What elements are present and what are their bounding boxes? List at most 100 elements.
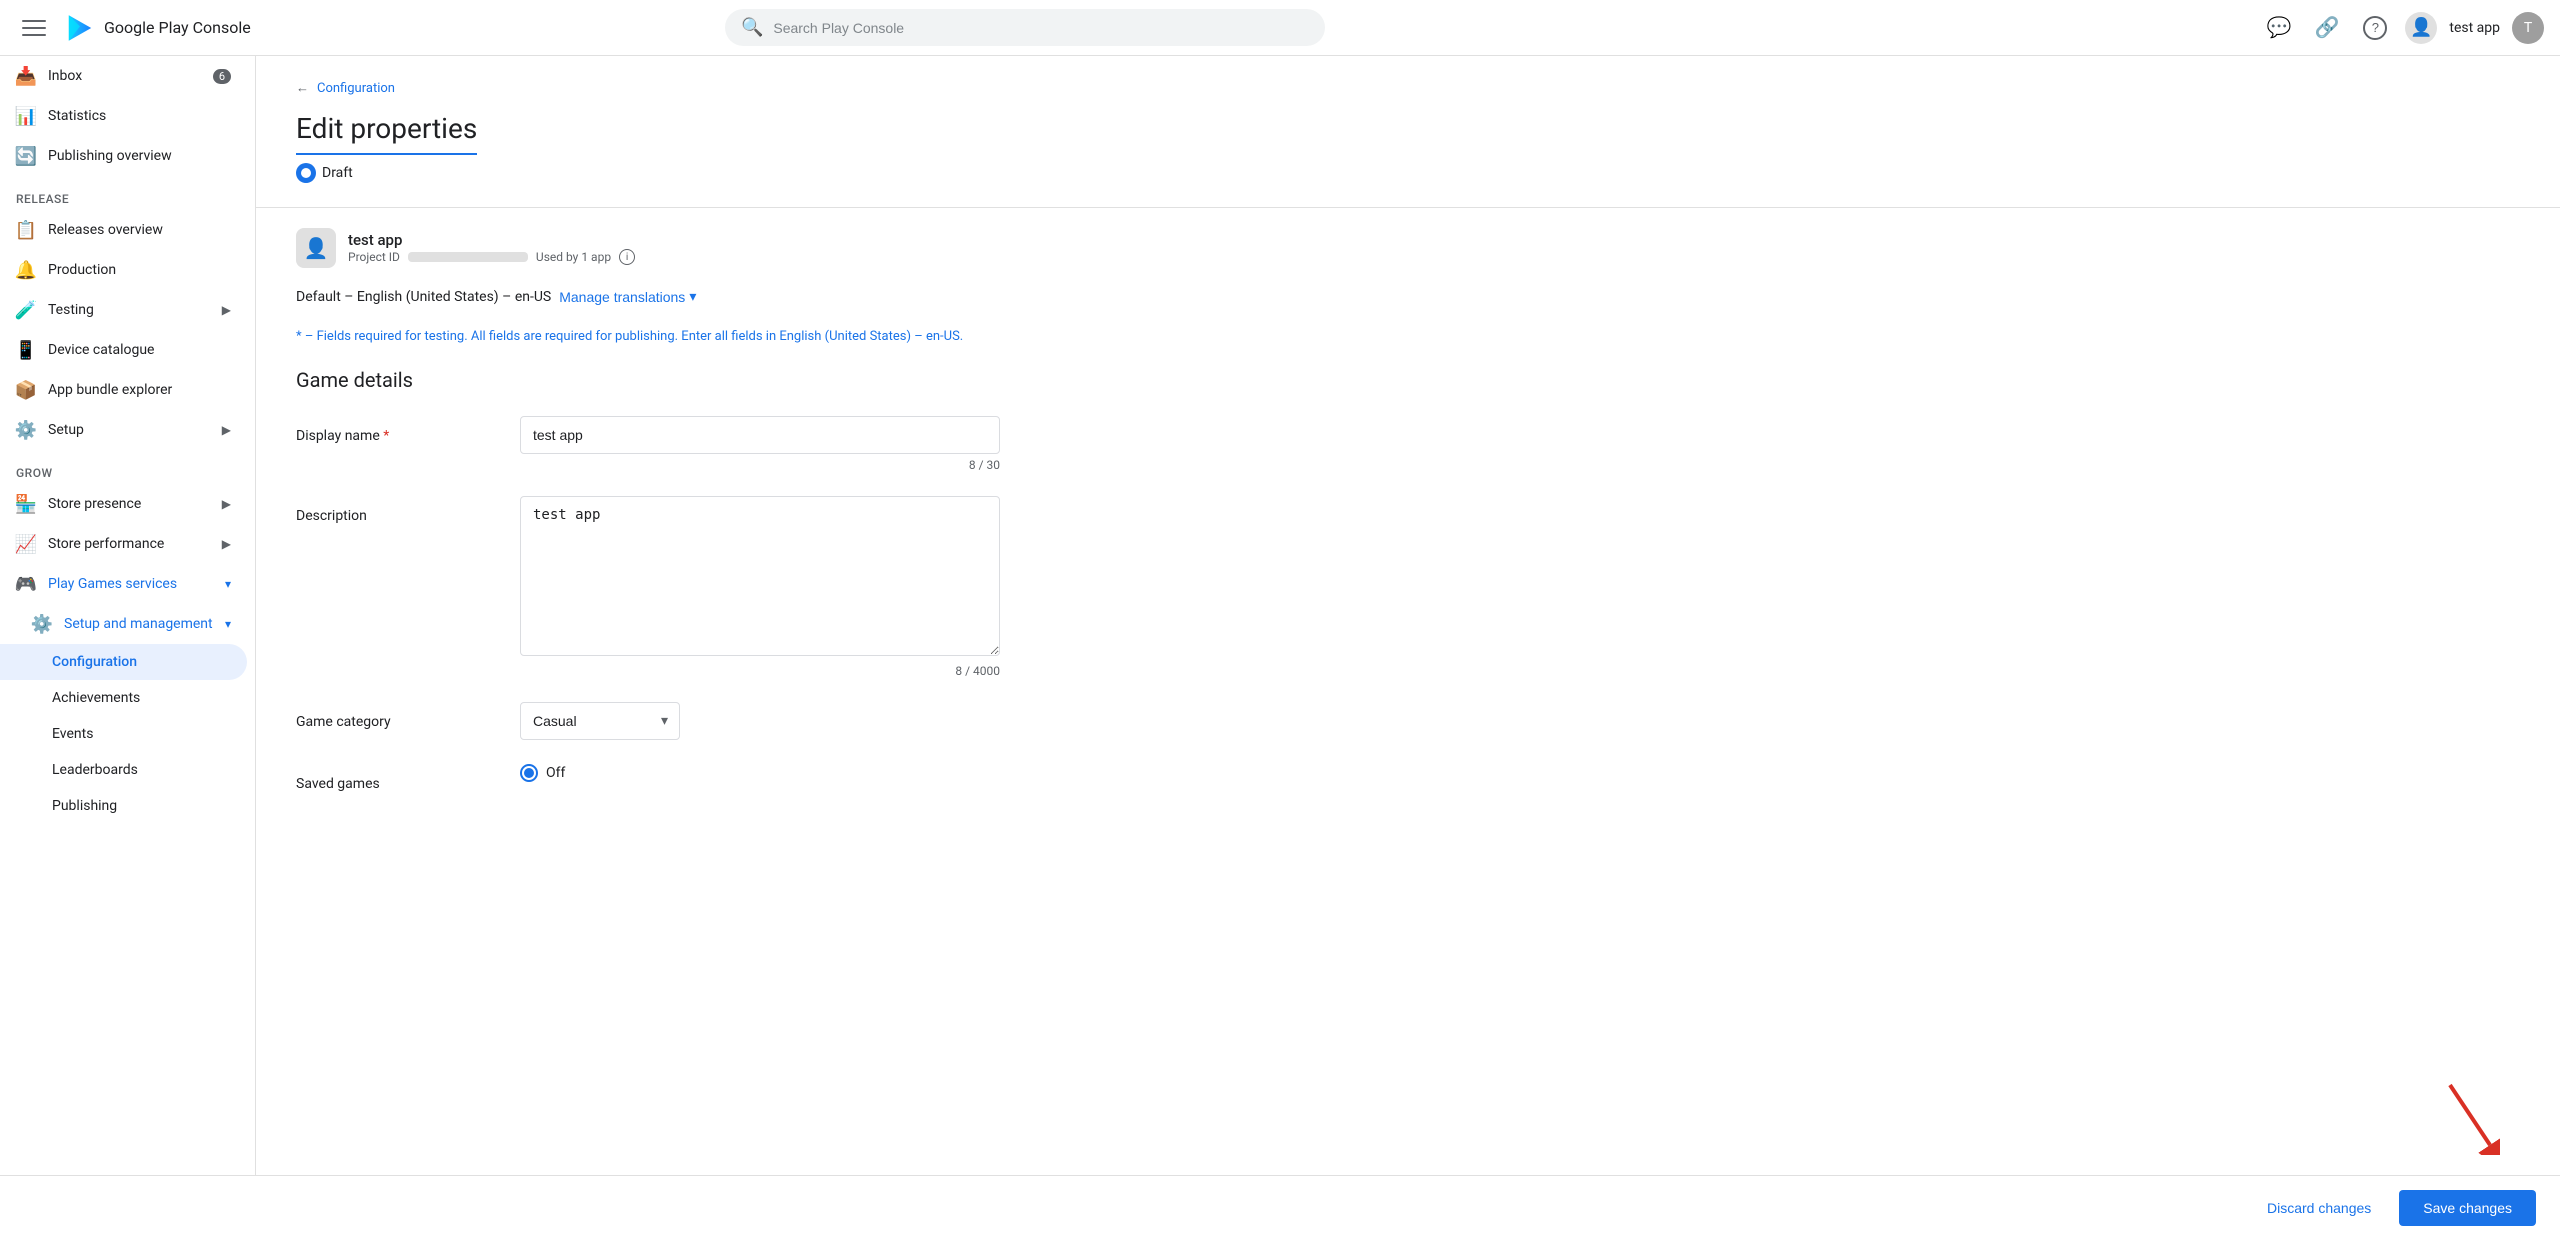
sidebar-item-releases-label: Releases overview (48, 222, 163, 238)
sidebar-item-publishing-overview[interactable]: 🔄 Publishing overview (0, 136, 247, 176)
sidebar-item-events[interactable]: Events (0, 716, 247, 752)
hamburger-icon (22, 16, 46, 40)
comment-button[interactable]: 💬 (2261, 10, 2297, 46)
grow-section-label: Grow (0, 450, 255, 484)
display-name-control: 8 / 30 (520, 416, 1000, 472)
sidebar-item-inbox[interactable]: 📥 Inbox 6 (0, 56, 247, 96)
user-name[interactable]: test app (2449, 20, 2500, 36)
required-note: * – Fields required for testing. All fie… (296, 329, 2520, 344)
lang-row: Default – English (United States) – en-U… (296, 288, 2520, 305)
sidebar-item-setup[interactable]: ⚙️ Setup ▶ (0, 410, 247, 450)
description-char-count: 8 / 4000 (520, 664, 1000, 678)
publishing-icon: 🔄 (16, 146, 36, 166)
draft-badge: Draft (296, 163, 2520, 183)
play-games-chevron-icon: ▾ (225, 577, 231, 591)
description-label: Description (296, 496, 496, 524)
sidebar-item-play-games[interactable]: 🎮 Play Games services ▾ (0, 564, 247, 604)
saved-games-radio: Off (520, 764, 1000, 782)
sidebar-item-setup-label: Setup (48, 422, 84, 438)
store-icon: 🏪 (16, 494, 36, 514)
sidebar-item-play-games-label: Play Games services (48, 576, 177, 592)
save-changes-button[interactable]: Save changes (2399, 1190, 2536, 1226)
topbar-right: 💬 🔗 ? 👤 test app T (2261, 10, 2544, 46)
topbar: Google Play Console 🔍 💬 🔗 ? 👤 test app T (0, 0, 2560, 56)
description-textarea[interactable]: test app (520, 496, 1000, 656)
app-project: Project ID Used by 1 app i (348, 249, 635, 265)
sidebar-item-testing[interactable]: 🧪 Testing ▶ (0, 290, 247, 330)
sidebar-item-setup-management[interactable]: ⚙️ Setup and management ▾ (0, 604, 247, 644)
search-icon: 🔍 (741, 17, 763, 38)
bottom-bar: Discard changes Save changes (0, 1175, 2560, 1239)
sidebar-item-leaderboards-label: Leaderboards (52, 762, 138, 778)
store-chevron-icon: ▶ (222, 497, 231, 511)
sidebar-item-store-performance[interactable]: 📈 Store performance ▶ (0, 524, 247, 564)
game-category-select[interactable]: Casual Action Adventure Puzzle RPG Sport… (520, 702, 680, 740)
sidebar-item-configuration[interactable]: Configuration (0, 644, 247, 680)
page-title: Edit properties (296, 112, 477, 155)
avatar: 👤 (2405, 12, 2437, 44)
production-icon: 🔔 (16, 260, 36, 280)
discard-changes-button[interactable]: Discard changes (2251, 1192, 2387, 1224)
sidebar-item-events-label: Events (52, 726, 93, 742)
play-games-icon: 🎮 (16, 574, 36, 594)
statistics-icon: 📊 (16, 106, 36, 126)
testing-chevron-icon: ▶ (222, 303, 231, 317)
help-button[interactable]: ? (2357, 10, 2393, 46)
testing-icon: 🧪 (16, 300, 36, 320)
search-input[interactable] (773, 20, 1309, 36)
sidebar-item-releases-overview[interactable]: 📋 Releases overview (0, 210, 247, 250)
display-name-input[interactable] (520, 416, 1000, 454)
sidebar-item-testing-label: Testing (48, 302, 94, 318)
device-icon: 📱 (16, 340, 36, 360)
sidebar-item-production-label: Production (48, 262, 116, 278)
app-icon: 👤 (296, 228, 336, 268)
manage-translations-button[interactable]: Manage translations ▾ (559, 288, 696, 305)
logo-link[interactable]: Google Play Console (64, 12, 251, 44)
mgmt-icon: ⚙️ (32, 614, 52, 634)
inbox-badge: 6 (213, 69, 231, 84)
info-icon[interactable]: i (619, 249, 635, 265)
project-label: Project ID (348, 250, 400, 264)
link-button[interactable]: 🔗 (2309, 10, 2345, 46)
sidebar-item-statistics[interactable]: 📊 Statistics (0, 96, 247, 136)
avatar-icon: 👤 (2410, 17, 2432, 38)
used-by-label: Used by 1 app (536, 250, 611, 264)
display-name-char-count: 8 / 30 (520, 458, 1000, 472)
sidebar: 📥 Inbox 6 📊 Statistics 🔄 Publishing over… (0, 56, 256, 1175)
sidebar-item-device-catalogue[interactable]: 📱 Device catalogue (0, 330, 247, 370)
saved-games-radio-button[interactable] (520, 764, 538, 782)
sidebar-item-bundle-label: App bundle explorer (48, 382, 172, 398)
sidebar-item-inbox-label: Inbox (48, 68, 82, 84)
sidebar-item-achievements[interactable]: Achievements (0, 680, 247, 716)
google-play-logo-icon (64, 12, 96, 44)
breadcrumb[interactable]: ← Configuration (296, 80, 2520, 96)
sidebar-item-statistics-label: Statistics (48, 108, 106, 124)
sidebar-item-leaderboards[interactable]: Leaderboards (0, 752, 247, 788)
bundle-icon: 📦 (16, 380, 36, 400)
divider-top (256, 207, 2560, 208)
setup-chevron-icon: ▶ (222, 423, 231, 437)
comment-icon: 💬 (2267, 15, 2292, 40)
sidebar-item-mgmt-label: Setup and management (64, 616, 213, 632)
description-control: test app 8 / 4000 (520, 496, 1000, 678)
release-section-label: Release (0, 176, 255, 210)
draft-label: Draft (322, 165, 353, 181)
search-container: 🔍 (725, 9, 1325, 46)
mgmt-chevron-icon: ▾ (225, 617, 231, 631)
main-content: ← Configuration Edit properties Draft 👤 … (256, 56, 2560, 1175)
lang-default-text: Default – English (United States) – en-U… (296, 289, 551, 305)
setup-icon: ⚙️ (16, 420, 36, 440)
manage-trans-label: Manage translations (559, 289, 685, 305)
sidebar-item-app-bundle[interactable]: 📦 App bundle explorer (0, 370, 247, 410)
hamburger-menu-button[interactable] (16, 10, 52, 46)
sidebar-item-production[interactable]: 🔔 Production (0, 250, 247, 290)
sidebar-item-store-presence[interactable]: 🏪 Store presence ▶ (0, 484, 247, 524)
display-name-required-star: * (383, 428, 389, 444)
description-row: Description test app 8 / 4000 (296, 496, 2520, 678)
saved-games-off-label: Off (546, 765, 565, 781)
sidebar-item-publishing[interactable]: Publishing (0, 788, 247, 824)
display-name-row: Display name * 8 / 30 (296, 416, 2520, 472)
user-avatar[interactable]: T (2512, 12, 2544, 44)
sidebar-item-store-label: Store presence (48, 496, 141, 512)
help-icon: ? (2363, 16, 2387, 40)
